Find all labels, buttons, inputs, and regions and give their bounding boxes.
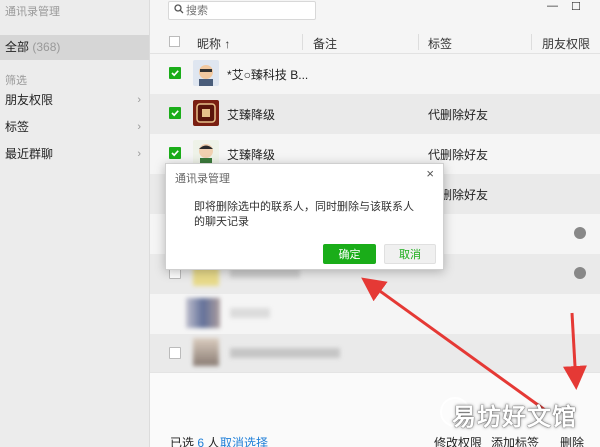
watermark: 易坊好文馆 [440, 395, 600, 447]
table-row[interactable]: 艾臻降级 代删除好友 [150, 94, 600, 134]
row-checkbox[interactable] [169, 347, 181, 359]
person-icon [574, 267, 586, 279]
app-title: 通讯录管理 [5, 6, 60, 18]
dialog-title: 通讯录管理 [175, 173, 230, 185]
search-box[interactable] [168, 1, 316, 20]
sidebar-item-label: 标签 [5, 120, 30, 134]
cancel-button[interactable]: 取消 [384, 244, 436, 264]
row-checkbox[interactable] [169, 147, 181, 159]
column-remark: 备注 [313, 37, 338, 51]
contact-name: *艾○臻科技 B... [227, 68, 309, 82]
table-header: 昵称 ↑ 备注 标签 朋友权限 [150, 30, 600, 54]
column-nickname[interactable]: 昵称 ↑ [197, 35, 230, 52]
maximize-button[interactable]: ☐ [571, 0, 581, 13]
sidebar: 通讯录管理 全部 (368) 筛选 朋友权限 › 标签 › 最近群聊 › [0, 0, 150, 447]
column-divider [418, 34, 419, 50]
chevron-right-icon: › [137, 121, 141, 133]
column-tags: 标签 [428, 37, 453, 51]
table-row[interactable]: *艾○臻科技 B... [150, 54, 600, 94]
contact-count: (368) [32, 40, 61, 54]
selected-count: 已选 6 人 [170, 436, 220, 447]
sidebar-item-all[interactable]: 全部 (368) [0, 35, 149, 60]
delete-confirm-dialog: 通讯录管理 × 即将删除选中的联系人，同时删除与该联系人的聊天记录 确定 取消 [165, 163, 444, 270]
column-divider [302, 34, 303, 50]
sidebar-item-tags[interactable]: 标签 › [0, 115, 149, 139]
row-checkbox[interactable] [169, 67, 181, 79]
avatar [193, 338, 219, 366]
filter-title: 筛选 [5, 75, 27, 87]
avatar [193, 100, 219, 126]
sidebar-item-all-label: 全部 [5, 40, 30, 54]
confirm-button[interactable]: 确定 [323, 244, 376, 264]
blurred-name [230, 308, 270, 318]
sidebar-item-label: 朋友权限 [5, 93, 54, 107]
row-checkbox[interactable] [169, 107, 181, 119]
sidebar-item-recent-groups[interactable]: 最近群聊 › [0, 142, 149, 166]
contact-name: 艾臻降级 [227, 108, 276, 122]
person-icon [574, 227, 586, 239]
minimize-button[interactable]: — [547, 0, 558, 12]
chevron-right-icon: › [137, 94, 141, 106]
sidebar-item-label: 最近群聊 [5, 147, 54, 161]
select-all-checkbox[interactable] [169, 36, 180, 47]
search-input[interactable] [186, 3, 311, 18]
chevron-right-icon: › [137, 148, 141, 160]
watermark-text: 易坊好文馆 [452, 403, 577, 431]
contact-name: 艾臻降级 [227, 148, 276, 162]
column-permission: 朋友权限 [542, 37, 591, 51]
blurred-name [230, 348, 340, 358]
dialog-message: 即将删除选中的联系人，同时删除与该联系人的聊天记录 [194, 201, 414, 228]
close-icon[interactable]: × [426, 166, 434, 181]
search-icon [174, 4, 184, 17]
sidebar-item-friend-permission[interactable]: 朋友权限 › [0, 88, 149, 112]
column-divider [531, 34, 532, 50]
deselect-link[interactable]: 取消选择 [220, 434, 268, 447]
avatar [193, 60, 219, 86]
table-row[interactable] [150, 334, 600, 374]
table-row[interactable] [150, 294, 600, 334]
contact-tag: 代删除好友 [428, 108, 489, 122]
contact-tag: 代删除好友 [428, 148, 489, 162]
avatar [186, 298, 220, 328]
